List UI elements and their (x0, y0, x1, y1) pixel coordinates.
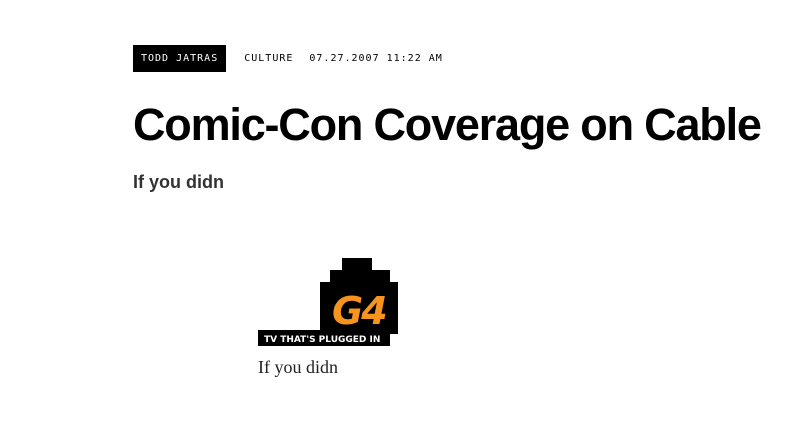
logo-tagline: TV THAT'S PLUGGED IN (264, 335, 380, 345)
article-body: If you didn (258, 357, 338, 377)
logo-backdrop (342, 258, 372, 272)
author-link[interactable]: TODD JATRAS (133, 45, 227, 72)
category-link[interactable]: CULTURE (244, 53, 293, 64)
article-title: Comic-Con Coverage on Cable (133, 99, 762, 150)
g4-logo: G4 TV THAT'S PLUGGED IN (258, 258, 398, 346)
publish-date: 07.27.2007 11:22 AM (309, 53, 443, 64)
article-subtitle: If you didn (133, 172, 224, 192)
article-meta: TODD JATRAS CULTURE 07.27.2007 11:22 AM (133, 45, 443, 72)
logo-mark: G4 (332, 289, 386, 333)
g4-logo-image: G4 TV THAT'S PLUGGED IN (258, 258, 400, 350)
